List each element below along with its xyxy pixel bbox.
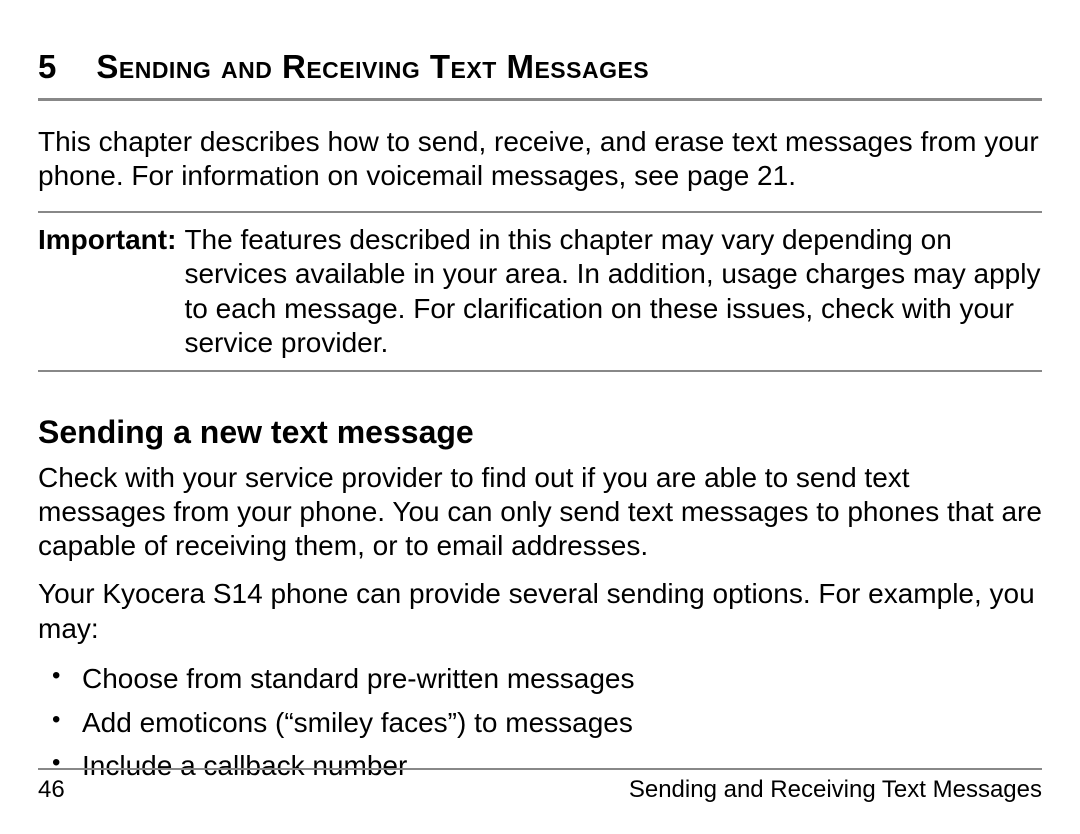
body-paragraph: Your Kyocera S14 phone can provide sever… xyxy=(38,577,1042,645)
footer-title: Sending and Receiving Text Messages xyxy=(629,776,1042,804)
chapter-number: 5 xyxy=(38,48,56,86)
list-item: Add emoticons (“smiley faces”) to messag… xyxy=(38,704,1042,742)
section-heading: Sending a new text message xyxy=(38,414,1042,451)
page-number: 46 xyxy=(38,776,65,804)
divider xyxy=(38,370,1042,372)
list-item: Choose from standard pre-written message… xyxy=(38,660,1042,698)
bullet-list: Choose from standard pre-written message… xyxy=(38,660,1042,785)
divider xyxy=(38,768,1042,770)
important-body: The features described in this chapter m… xyxy=(184,223,1042,360)
divider xyxy=(38,98,1042,101)
chapter-header: 5 Sending and Receiving Text Messages xyxy=(38,48,1042,86)
body-paragraph: Check with your service provider to find… xyxy=(38,461,1042,563)
important-note: Important: The features described in thi… xyxy=(38,223,1042,360)
intro-paragraph: This chapter describes how to send, rece… xyxy=(38,125,1042,193)
page-footer: 46 Sending and Receiving Text Messages xyxy=(38,768,1042,804)
divider xyxy=(38,211,1042,213)
chapter-title: Sending and Receiving Text Messages xyxy=(96,48,649,86)
important-label: Important: xyxy=(38,223,176,360)
